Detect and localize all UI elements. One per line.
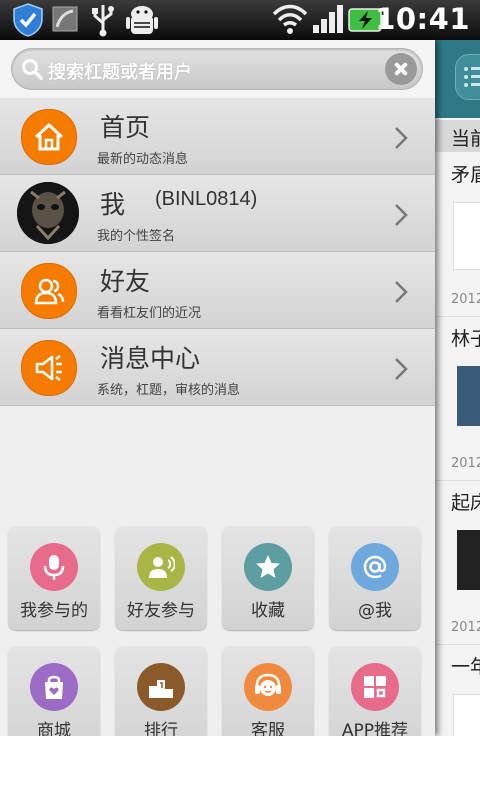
- menu-item-subtitle: 看看杠友们的近况: [97, 306, 202, 321]
- tile-label: 商城: [37, 721, 71, 736]
- background-thumbnail: [457, 366, 480, 426]
- search-input[interactable]: 搜索杠题或者用户: [11, 48, 423, 90]
- tile-customer-service[interactable]: 客服: [222, 646, 314, 736]
- screen: 10:41 当前 矛盾 2012 林子 2012 起床 2012 一年 搜索杠题…: [0, 0, 480, 736]
- wifi-icon: [272, 3, 308, 39]
- shopping-bag-icon: [30, 663, 78, 711]
- tile-label: 好友参与: [127, 601, 195, 621]
- username-label: (BINL0814): [155, 188, 258, 210]
- menu-item-subtitle: 我的个性签名: [97, 229, 176, 244]
- menu-item-title: 我: [100, 190, 126, 219]
- divider: [435, 480, 480, 481]
- clear-search-button[interactable]: [385, 53, 417, 85]
- background-row-date: 2012: [451, 620, 480, 635]
- apps-icon: [351, 663, 399, 711]
- menu-item-message-center[interactable]: 消息中心 系统，杠题，审核的消息: [0, 329, 435, 406]
- tile-label: 收藏: [251, 601, 285, 621]
- cell-signal-icon: [311, 3, 345, 39]
- chevron-right-icon: [394, 280, 408, 308]
- search-placeholder: 搜索杠题或者用户: [48, 62, 192, 83]
- status-bar: 10:41: [0, 0, 480, 40]
- background-row-date: 2012: [451, 456, 480, 471]
- list-menu-icon: [455, 54, 480, 100]
- shield-icon: [12, 3, 44, 41]
- avatar: [17, 182, 79, 244]
- background-feed: 当前 矛盾 2012 林子 2012 起床 2012 一年: [435, 40, 480, 736]
- search-icon: [21, 58, 43, 84]
- podium-icon: [137, 663, 185, 711]
- background-row-title: 矛盾: [451, 164, 480, 186]
- megaphone-icon: [21, 340, 77, 396]
- tile-mentions[interactable]: @我: [329, 526, 421, 630]
- search-area: 搜索杠题或者用户: [0, 40, 435, 99]
- menu-item-friends[interactable]: 好友 看看杠友们的近况: [0, 252, 435, 329]
- background-row-title: 林子: [451, 328, 480, 350]
- menu-item-me[interactable]: 我 (BINL0814) 我的个性签名: [0, 175, 435, 252]
- tile-shop[interactable]: 商城: [8, 646, 100, 736]
- background-thumbnail: [457, 530, 480, 590]
- menu-item-title: 首页: [100, 113, 151, 142]
- menu-item-title: 消息中心: [100, 344, 201, 373]
- tile-label: 客服: [251, 721, 285, 736]
- menu-item-title: 好友: [100, 267, 151, 296]
- divider: [435, 316, 480, 317]
- tile-friends-participation[interactable]: 好友参与: [115, 526, 207, 630]
- tile-favorites[interactable]: 收藏: [222, 526, 314, 630]
- divider: [435, 644, 480, 645]
- drawer-menu: 首页 最新的动态消息 我 (BINL0814) 我的个性签名 好友 看看杠友们的…: [0, 98, 435, 406]
- tile-label: 排行: [144, 721, 178, 736]
- background-card: [453, 694, 480, 736]
- tile-label: @我: [358, 601, 392, 621]
- chevron-right-icon: [394, 203, 408, 231]
- background-card: [453, 202, 480, 270]
- background-row-date: 2012: [451, 292, 480, 307]
- background-header: [435, 40, 480, 118]
- tile-app-recommend[interactable]: APP推荐: [329, 646, 421, 736]
- usb-icon: [90, 3, 116, 41]
- star-icon: [244, 543, 292, 591]
- menu-item-subtitle: 系统，杠题，审核的消息: [97, 383, 241, 398]
- signal-off-icon: [52, 6, 78, 36]
- menu-item-subtitle: 最新的动态消息: [97, 152, 189, 167]
- side-drawer: 搜索杠题或者用户 首页 最新的动态消息 我 (BINL0814) 我的个性签名 …: [0, 40, 435, 736]
- friends-talk-icon: [137, 543, 185, 591]
- microphone-icon: [30, 543, 78, 591]
- at-icon: [351, 543, 399, 591]
- home-icon: [21, 109, 77, 165]
- chevron-right-icon: [394, 357, 408, 385]
- tile-label: 我参与的: [20, 601, 88, 621]
- android-debug-icon: [124, 3, 160, 41]
- background-header-text: 当前: [451, 128, 480, 150]
- friends-icon: [21, 263, 77, 319]
- menu-item-home[interactable]: 首页 最新的动态消息: [0, 98, 435, 175]
- background-row-title: 起床: [451, 492, 480, 514]
- tile-label: APP推荐: [341, 721, 409, 736]
- tile-my-participation[interactable]: 我参与的: [8, 526, 100, 630]
- headset-icon: [244, 663, 292, 711]
- tile-ranking[interactable]: 排行: [115, 646, 207, 736]
- chevron-right-icon: [394, 126, 408, 154]
- background-row-title: 一年: [451, 656, 480, 678]
- clock: 10:41: [375, 2, 470, 36]
